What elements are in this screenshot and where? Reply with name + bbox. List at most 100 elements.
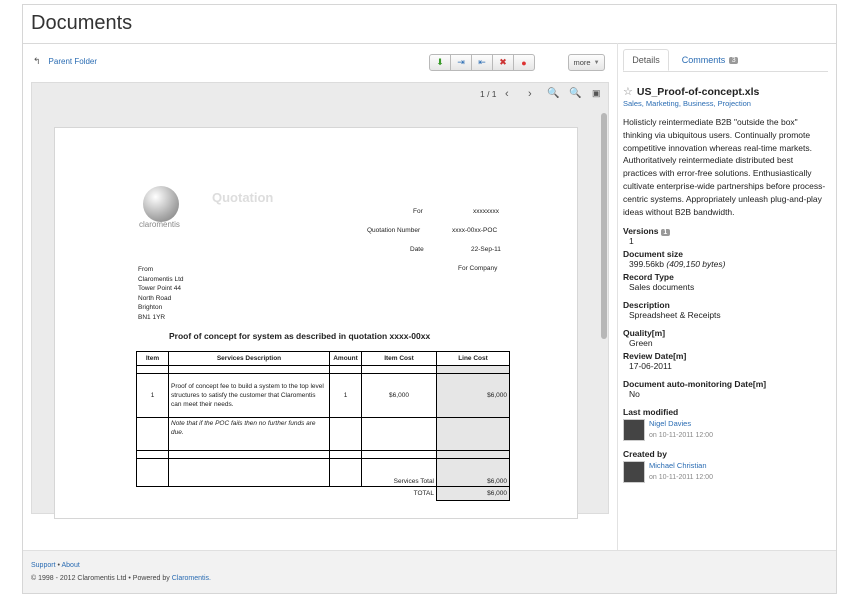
- check-out-button[interactable]: ⇤: [471, 54, 493, 71]
- table-header: Services Description: [168, 351, 330, 366]
- tab-details-label: Details: [632, 55, 660, 65]
- record-type-value: Sales documents: [629, 282, 695, 293]
- parent-folder-label: Parent Folder: [48, 57, 98, 66]
- footer-copyright: © 1998 - 2012 Claromentis Ltd • Powered …: [31, 575, 211, 582]
- avatar[interactable]: [623, 461, 645, 484]
- versions-badge: 1: [660, 229, 670, 237]
- description-value: Spreadsheet & Receipts: [629, 310, 721, 321]
- file-name: US_Proof-of-concept.xls: [636, 85, 760, 98]
- created-by-label: Created by: [623, 449, 667, 460]
- table-header: Amount: [329, 351, 362, 366]
- versions-label: Versions 1: [623, 226, 828, 237]
- versions-value: 1: [629, 236, 634, 247]
- main-frame: Documents ↰ Parent Folder ⬇ ⇥ ⇤ ✖ ● more…: [22, 4, 837, 594]
- star-icon[interactable]: ☆: [623, 85, 633, 98]
- download-button[interactable]: ⬇: [429, 54, 451, 71]
- document-toolbar: ⬇ ⇥ ⇤ ✖ ●: [429, 54, 535, 71]
- for-company: For Company: [458, 265, 498, 272]
- modified-user: Nigel Davies on 10-11-2011 12:00: [623, 419, 828, 442]
- services-total-value: $6,000: [436, 458, 510, 487]
- previous-page-icon[interactable]: ‹: [505, 88, 509, 100]
- file-title: ☆ US_Proof-of-concept.xls: [623, 85, 828, 99]
- viewer-toolbar: 1 / 1 ‹ › 🔍 🔍 ▣: [32, 83, 608, 106]
- copyright-text: © 1998 - 2012 Claromentis Ltd • Powered …: [31, 575, 170, 582]
- sidebar-tabs: Details Comments 3: [623, 49, 828, 72]
- chevron-down-icon: ▼: [593, 59, 600, 66]
- divider: [23, 43, 836, 44]
- comments-count-badge: 3: [729, 56, 739, 64]
- from-address: From Claromentis Ltd Tower Point 44 Nort…: [138, 265, 184, 323]
- page-indicator: 1 / 1: [480, 89, 497, 99]
- size-bytes: (409,150 bytes): [666, 259, 726, 270]
- powered-by-link[interactable]: Claromentis.: [172, 575, 211, 582]
- created-by-link[interactable]: Michael Christian: [649, 461, 713, 470]
- next-page-icon[interactable]: ›: [528, 88, 532, 100]
- zoom-out-icon[interactable]: 🔍: [547, 88, 559, 99]
- record-button[interactable]: ●: [513, 54, 535, 71]
- auto-monitoring-value: No: [629, 389, 640, 400]
- cell-amount: 1: [329, 373, 362, 418]
- viewer-scrollbar[interactable]: [601, 113, 607, 339]
- tab-comments-label: Comments: [681, 55, 726, 65]
- about-link[interactable]: About: [62, 562, 80, 569]
- page-title: Documents: [31, 12, 133, 34]
- document-page: claromentis Quotation For xxxxxxxx Quota…: [54, 127, 578, 519]
- quotation-number-value: xxxx-00xx-POC: [452, 227, 498, 234]
- support-link[interactable]: Support: [31, 562, 56, 569]
- quotation-heading: Quotation: [212, 190, 274, 205]
- cell-line-cost: $6,000: [436, 373, 510, 418]
- document-size-label: Document size: [623, 249, 683, 260]
- logo: [143, 186, 179, 222]
- logo-text: claromentis: [139, 220, 180, 229]
- address-line: BN1 1YR: [138, 313, 166, 321]
- more-button[interactable]: more ▼: [568, 54, 605, 71]
- description-label: Description: [623, 300, 670, 311]
- record-icon: ●: [521, 57, 527, 68]
- review-date-value: 17-06-2011: [629, 361, 672, 372]
- table-row: [136, 365, 510, 374]
- table-header: Item: [136, 351, 169, 366]
- auto-monitoring-label: Document auto-monitoring Date[m]: [623, 379, 767, 390]
- modified-date: on 10-11-2011 12:00: [649, 432, 713, 440]
- zoom-in-icon[interactable]: 🔍: [569, 88, 581, 99]
- record-type-label: Record Type: [623, 272, 674, 283]
- date-label: Date: [410, 246, 424, 253]
- footer-links: Support • About: [31, 562, 80, 569]
- modified-by-link[interactable]: Nigel Davies: [649, 419, 713, 428]
- fullscreen-icon[interactable]: ▣: [592, 88, 601, 99]
- proof-title: Proof of concept for system as described…: [169, 331, 431, 341]
- download-icon: ⬇: [436, 57, 444, 67]
- cell-note: Note that if the POC fails then no furth…: [168, 417, 330, 451]
- quotation-table: Item Services Description Amount Item Co…: [136, 351, 510, 501]
- size-kb: 399.56kb: [629, 259, 664, 270]
- check-out-icon: ⇤: [478, 57, 486, 67]
- check-in-button[interactable]: ⇥: [450, 54, 472, 71]
- address-line: Claromentis Ltd: [138, 275, 184, 283]
- table-row: TOTAL $6,000: [137, 486, 510, 501]
- avatar[interactable]: [623, 419, 645, 442]
- details-panel: ☆ US_Proof-of-concept.xls Sales, Marketi…: [623, 85, 828, 484]
- footer: Support • About © 1998 - 2012 Claromenti…: [23, 550, 836, 593]
- document-size-value: 399.56kb (409,150 bytes): [629, 259, 828, 269]
- delete-button[interactable]: ✖: [492, 54, 514, 71]
- address-line: Brighton: [138, 304, 163, 312]
- up-arrow-icon: ↰: [33, 56, 41, 66]
- tab-details[interactable]: Details: [623, 49, 669, 71]
- address-line: From: [138, 266, 154, 273]
- table-row: 1 Proof of concept fee to build a system…: [136, 373, 510, 418]
- created-date: on 10-11-2011 12:00: [649, 474, 713, 482]
- quality-value: Green: [629, 338, 653, 349]
- cell-item-cost: $6,000: [361, 373, 437, 418]
- file-description: Holisticly reintermediate B2B "outside t…: [623, 117, 826, 217]
- table-row: Note that if the POC fails then no furth…: [136, 417, 510, 451]
- sidebar-divider: [617, 43, 618, 551]
- cell-item: 1: [136, 373, 169, 418]
- versions-label-text: Versions: [623, 226, 659, 237]
- total-label: TOTAL: [413, 490, 434, 498]
- table-row: [136, 450, 510, 459]
- parent-folder-link[interactable]: ↰ Parent Folder: [33, 56, 97, 67]
- table-header: Item Cost: [361, 351, 437, 366]
- file-tags[interactable]: Sales, Marketing, Business, Projection: [623, 99, 828, 108]
- check-in-icon: ⇥: [457, 57, 465, 67]
- tab-comments[interactable]: Comments 3: [675, 49, 745, 71]
